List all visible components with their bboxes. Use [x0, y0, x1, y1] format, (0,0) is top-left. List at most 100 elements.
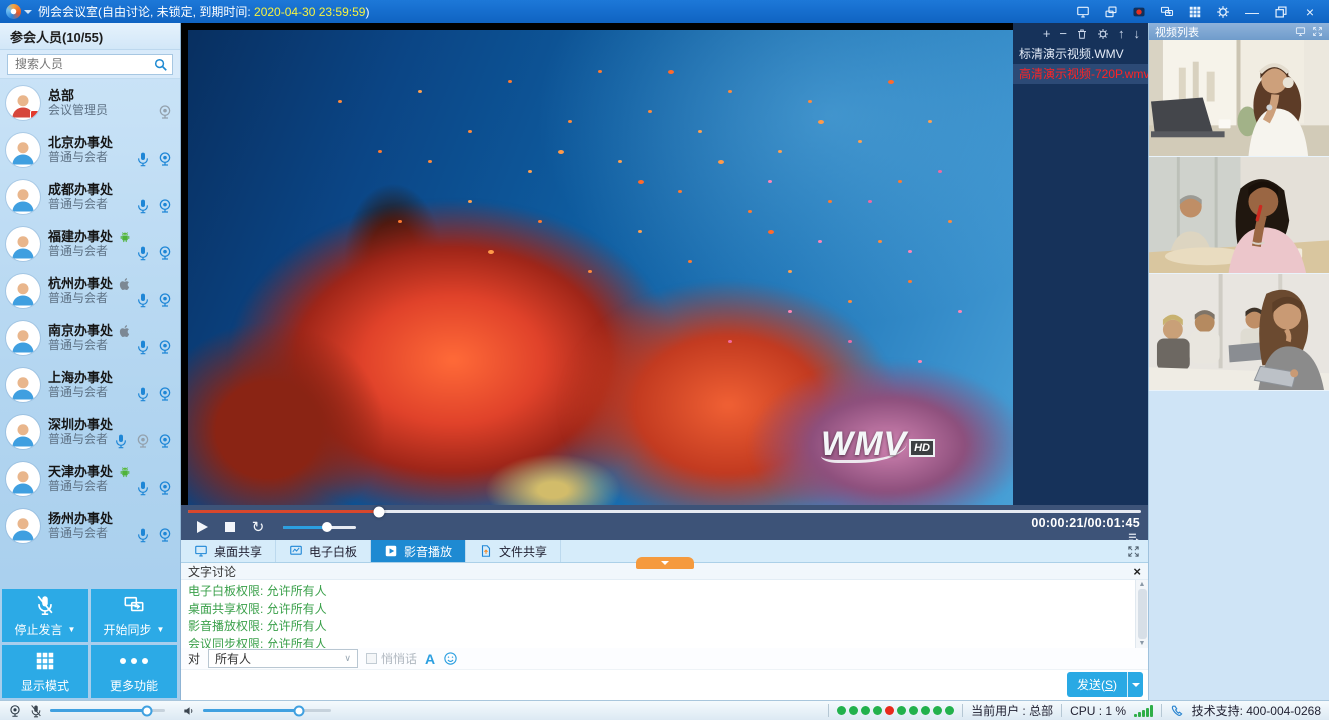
- webcam-icon[interactable]: [157, 198, 173, 214]
- scroll-up-icon[interactable]: ▲: [1139, 581, 1146, 588]
- stop-button[interactable]: [219, 516, 241, 538]
- participant-row[interactable]: 成都办事处普通与会者: [0, 173, 180, 220]
- mic-icon[interactable]: [135, 480, 151, 496]
- monitor-icon[interactable]: [1295, 26, 1306, 37]
- volume-handle[interactable]: [322, 522, 332, 532]
- participant-row[interactable]: 深圳办事处普通与会者: [0, 408, 180, 455]
- more-functions-button[interactable]: 更多功能: [91, 645, 177, 698]
- participant-row[interactable]: 总部会议管理员: [0, 79, 180, 126]
- desktop-share-icon[interactable]: [1071, 2, 1095, 21]
- video-thumbnail-1[interactable]: [1149, 40, 1329, 157]
- participant-row[interactable]: 南京办事处普通与会者: [0, 314, 180, 361]
- chat-title: 文字讨论: [188, 563, 236, 580]
- restore-button[interactable]: [1269, 2, 1293, 21]
- mic-icon[interactable]: [113, 433, 129, 449]
- fullscreen-expand-icon[interactable]: [1127, 545, 1140, 558]
- sync-screens-icon[interactable]: [1155, 2, 1179, 21]
- app-logo-icon[interactable]: [6, 4, 21, 19]
- loop-icon[interactable]: ↻: [247, 516, 269, 538]
- chevron-down-icon[interactable]: ▼: [68, 625, 76, 634]
- tab-desktop-share[interactable]: 桌面共享: [181, 540, 276, 562]
- mic-icon[interactable]: [135, 527, 151, 543]
- whisper-option[interactable]: 悄悄话: [366, 650, 417, 667]
- mic-icon[interactable]: [135, 386, 151, 402]
- local-webcam-icon[interactable]: [8, 704, 22, 718]
- webcam-icon[interactable]: [157, 245, 173, 261]
- send-button[interactable]: 发送(S): [1067, 672, 1143, 697]
- trash-icon[interactable]: [1076, 28, 1088, 40]
- participant-role: 会议管理员: [48, 103, 108, 117]
- video-thumbnail-3[interactable]: [1149, 274, 1329, 391]
- avatar: [6, 180, 40, 214]
- speaker-volume-handle[interactable]: [294, 705, 305, 716]
- mic-volume-handle[interactable]: [141, 705, 152, 716]
- webcam-icon[interactable]: [157, 527, 173, 543]
- speaker-icon[interactable]: [182, 704, 196, 718]
- webcam-icon[interactable]: [157, 433, 173, 449]
- search-icon[interactable]: [153, 57, 168, 72]
- move-down-icon[interactable]: ↓: [1134, 26, 1141, 41]
- scrollbar-thumb[interactable]: [1138, 589, 1147, 639]
- mic-icon[interactable]: [135, 198, 151, 214]
- move-up-icon[interactable]: ↑: [1118, 26, 1125, 41]
- webcam-icon[interactable]: [157, 151, 173, 167]
- mic-icon[interactable]: [135, 245, 151, 261]
- webcam-icon[interactable]: [157, 292, 173, 308]
- start-sync-button[interactable]: 开始同步▼: [91, 589, 177, 642]
- seek-bar[interactable]: [188, 510, 1141, 513]
- display-mode-button[interactable]: 显示模式: [2, 645, 88, 698]
- webcam-off-icon[interactable]: [135, 433, 151, 449]
- tab-whiteboard[interactable]: 电子白板: [276, 540, 371, 562]
- window-layout-icon[interactable]: [1099, 2, 1123, 21]
- chevron-down-icon[interactable]: ▼: [157, 625, 165, 634]
- muted-mic-icon[interactable]: [29, 704, 43, 718]
- chat-message-input[interactable]: 发送(S): [181, 670, 1148, 700]
- close-button[interactable]: ×: [1297, 2, 1323, 21]
- mic-volume-slider[interactable]: [50, 709, 165, 712]
- recipient-select[interactable]: 所有人 ∨: [208, 649, 358, 668]
- tab-file-share[interactable]: 文件共享: [466, 540, 561, 562]
- settings-gear-icon[interactable]: [1211, 2, 1235, 21]
- expand-icon[interactable]: [1312, 26, 1323, 37]
- playlist-item-selected[interactable]: 高清演示视频-720P.wmv 删除: [1013, 64, 1148, 84]
- participant-row[interactable]: 北京办事处普通与会者: [0, 126, 180, 173]
- webcam-icon[interactable]: [157, 339, 173, 355]
- add-media-icon[interactable]: +: [1043, 26, 1051, 41]
- play-button[interactable]: [191, 516, 213, 538]
- display-mode-icon[interactable]: [1183, 2, 1207, 21]
- title-bar: 例会会议室(自由讨论, 未锁定, 到期时间: 2020-04-30 23:59:…: [0, 0, 1329, 23]
- whisper-checkbox[interactable]: [366, 653, 377, 664]
- participant-row[interactable]: 上海办事处普通与会者: [0, 361, 180, 408]
- mic-icon[interactable]: [135, 292, 151, 308]
- playlist-item[interactable]: 标清演示视频.WMV: [1013, 44, 1148, 64]
- participant-row[interactable]: 扬州办事处普通与会者: [0, 502, 180, 549]
- search-input[interactable]: [7, 54, 173, 75]
- participant-row[interactable]: 福建办事处普通与会者: [0, 220, 180, 267]
- tab-media-playback[interactable]: 影音播放: [371, 540, 466, 562]
- scroll-down-icon[interactable]: ▼: [1139, 640, 1146, 647]
- video-thumbnail-2[interactable]: [1149, 157, 1329, 274]
- player-volume-slider[interactable]: [283, 526, 356, 529]
- record-icon[interactable]: [1127, 2, 1151, 21]
- chat-close-icon[interactable]: ×: [1133, 565, 1141, 578]
- chat-collapse-handle[interactable]: [636, 557, 694, 569]
- participant-row[interactable]: 天津办事处普通与会者: [0, 455, 180, 502]
- minimize-button[interactable]: —: [1239, 2, 1265, 21]
- mic-icon[interactable]: [135, 151, 151, 167]
- webcam-icon[interactable]: [157, 480, 173, 496]
- playlist-settings-gear-icon[interactable]: [1097, 28, 1109, 40]
- chat-scrollbar[interactable]: ▲ ▼: [1135, 580, 1148, 648]
- remove-media-icon[interactable]: −: [1059, 26, 1067, 41]
- webcam-icon[interactable]: [157, 386, 173, 402]
- video-stage: WMV HD + − ↑ ↓ 标清演示视频.WMV 高清演示视频-720P.wm…: [181, 23, 1148, 505]
- app-menu-chevron-down-icon[interactable]: [24, 10, 32, 18]
- emoji-icon[interactable]: [443, 651, 458, 666]
- webcam-icon[interactable]: [157, 104, 173, 120]
- playing-video[interactable]: WMV HD: [188, 30, 1013, 505]
- participant-row[interactable]: 杭州办事处普通与会者: [0, 267, 180, 314]
- speaker-volume-slider[interactable]: [203, 709, 331, 712]
- mic-icon[interactable]: [135, 339, 151, 355]
- stop-speaking-button[interactable]: 停止发言▼: [2, 589, 88, 642]
- send-options-chevron-icon[interactable]: [1127, 672, 1143, 697]
- font-style-button[interactable]: A: [425, 651, 435, 667]
